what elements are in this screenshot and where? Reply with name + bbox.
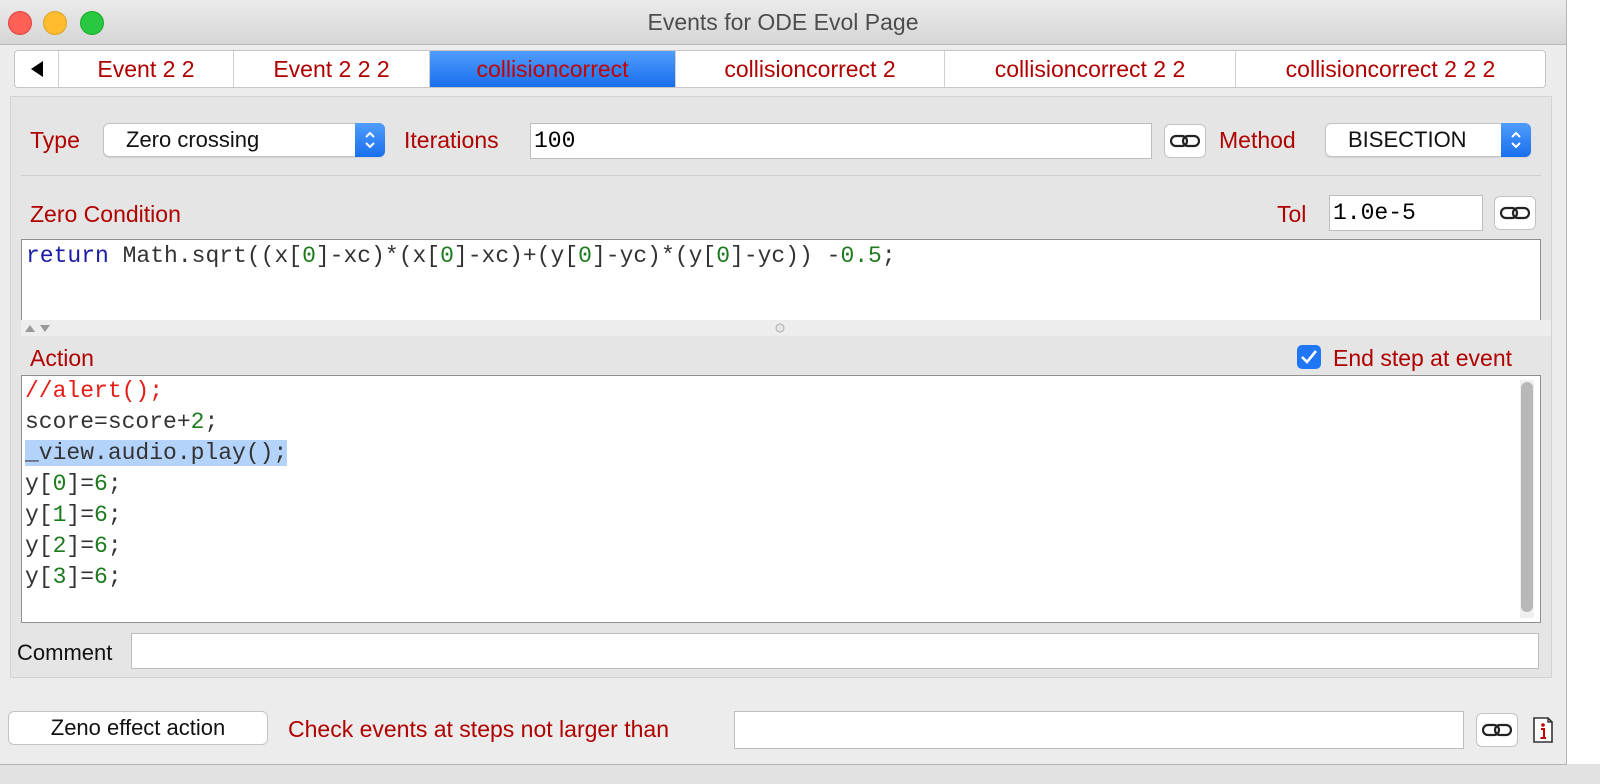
tol-label: Tol (1277, 201, 1307, 227)
collapse-arrows-icon[interactable] (23, 323, 53, 333)
check-events-input[interactable] (734, 711, 1464, 749)
code-line: y[0]=6; (25, 471, 122, 497)
event-tab-bar: Event 2 2 Event 2 2 2 collisioncorrect c… (14, 50, 1546, 88)
type-select[interactable]: Zero crossing (103, 123, 385, 157)
method-label: Method (1219, 127, 1296, 153)
back-arrow-icon (30, 61, 43, 77)
event-editor-panel: Type Zero crossing Iterations 100 Method… (10, 96, 1552, 678)
link-icon (1500, 206, 1530, 220)
zero-condition-editor[interactable]: return Math.sqrt((x[0]-xc)*(x[0]-xc)+(y[… (21, 239, 1541, 321)
method-select-value: BISECTION (1348, 127, 1467, 152)
code-line: score=score+2; (25, 409, 219, 435)
action-label: Action (30, 345, 94, 371)
code-line: y[3]=6; (25, 564, 122, 590)
action-scrollbar-thumb[interactable] (1521, 382, 1533, 612)
action-scrollbar[interactable] (1520, 380, 1534, 618)
code-line: y[2]=6; (25, 533, 122, 559)
zero-condition-label: Zero Condition (30, 201, 181, 227)
tab-collisioncorrect[interactable]: collisioncorrect (430, 51, 676, 87)
split-grip-icon (775, 323, 785, 333)
iterations-link-button[interactable] (1164, 124, 1206, 158)
footer-bar: Zeno effect action Check events at steps… (0, 700, 1566, 762)
title-bar[interactable]: Events for ODE Evol Page (0, 0, 1566, 45)
window-title: Events for ODE Evol Page (647, 9, 919, 35)
tol-link-button[interactable] (1494, 196, 1536, 230)
link-icon (1170, 134, 1200, 148)
zeno-effect-action-button[interactable]: Zeno effect action (8, 711, 268, 745)
type-label: Type (30, 127, 80, 153)
action-editor[interactable]: //alert(); score=score+2; _view.audio.pl… (21, 375, 1541, 623)
tab-collisioncorrect-2-2-2[interactable]: collisioncorrect 2 2 2 (1236, 51, 1545, 87)
action-code-lines: //alert(); score=score+2; _view.audio.pl… (25, 376, 288, 593)
code-line: //alert(); (25, 378, 164, 404)
info-button[interactable] (1528, 713, 1558, 747)
chevron-updown-icon (355, 123, 385, 157)
iterations-input[interactable]: 100 (530, 123, 1152, 159)
events-window: Events for ODE Evol Page Event 2 2 Event… (0, 0, 1567, 765)
info-icon (1533, 717, 1553, 743)
desktop-background-bottom (0, 764, 1600, 784)
end-step-checkbox[interactable] (1297, 345, 1321, 369)
checkmark-icon (1301, 350, 1318, 364)
code-line-selected: _view.audio.play(); (25, 440, 288, 466)
section-divider (21, 175, 1541, 176)
tab-collisioncorrect-2-2[interactable]: collisioncorrect 2 2 (945, 51, 1236, 87)
type-select-value: Zero crossing (126, 127, 260, 152)
chevron-updown-icon (1501, 123, 1531, 157)
tab-event-2-2[interactable]: Event 2 2 (59, 51, 234, 87)
comment-input[interactable] (131, 633, 1539, 669)
tol-input[interactable]: 1.0e-5 (1329, 195, 1483, 231)
check-events-link-button[interactable] (1476, 713, 1518, 747)
tab-event-2-2-2[interactable]: Event 2 2 2 (234, 51, 430, 87)
split-pane-divider[interactable] (21, 320, 1551, 336)
desktop-background (1566, 0, 1600, 784)
method-select[interactable]: BISECTION (1325, 123, 1531, 157)
tab-collisioncorrect-2[interactable]: collisioncorrect 2 (676, 51, 945, 87)
code-line: y[1]=6; (25, 502, 122, 528)
comment-label: Comment (17, 640, 113, 665)
zero-condition-code: return Math.sqrt((x[0]-xc)*(x[0]-xc)+(y[… (26, 243, 896, 269)
check-events-label: Check events at steps not larger than (288, 716, 669, 742)
iterations-label: Iterations (404, 127, 499, 153)
link-icon (1482, 723, 1512, 737)
tab-scroll-back-button[interactable] (15, 51, 59, 87)
end-step-label[interactable]: End step at event (1333, 345, 1512, 372)
